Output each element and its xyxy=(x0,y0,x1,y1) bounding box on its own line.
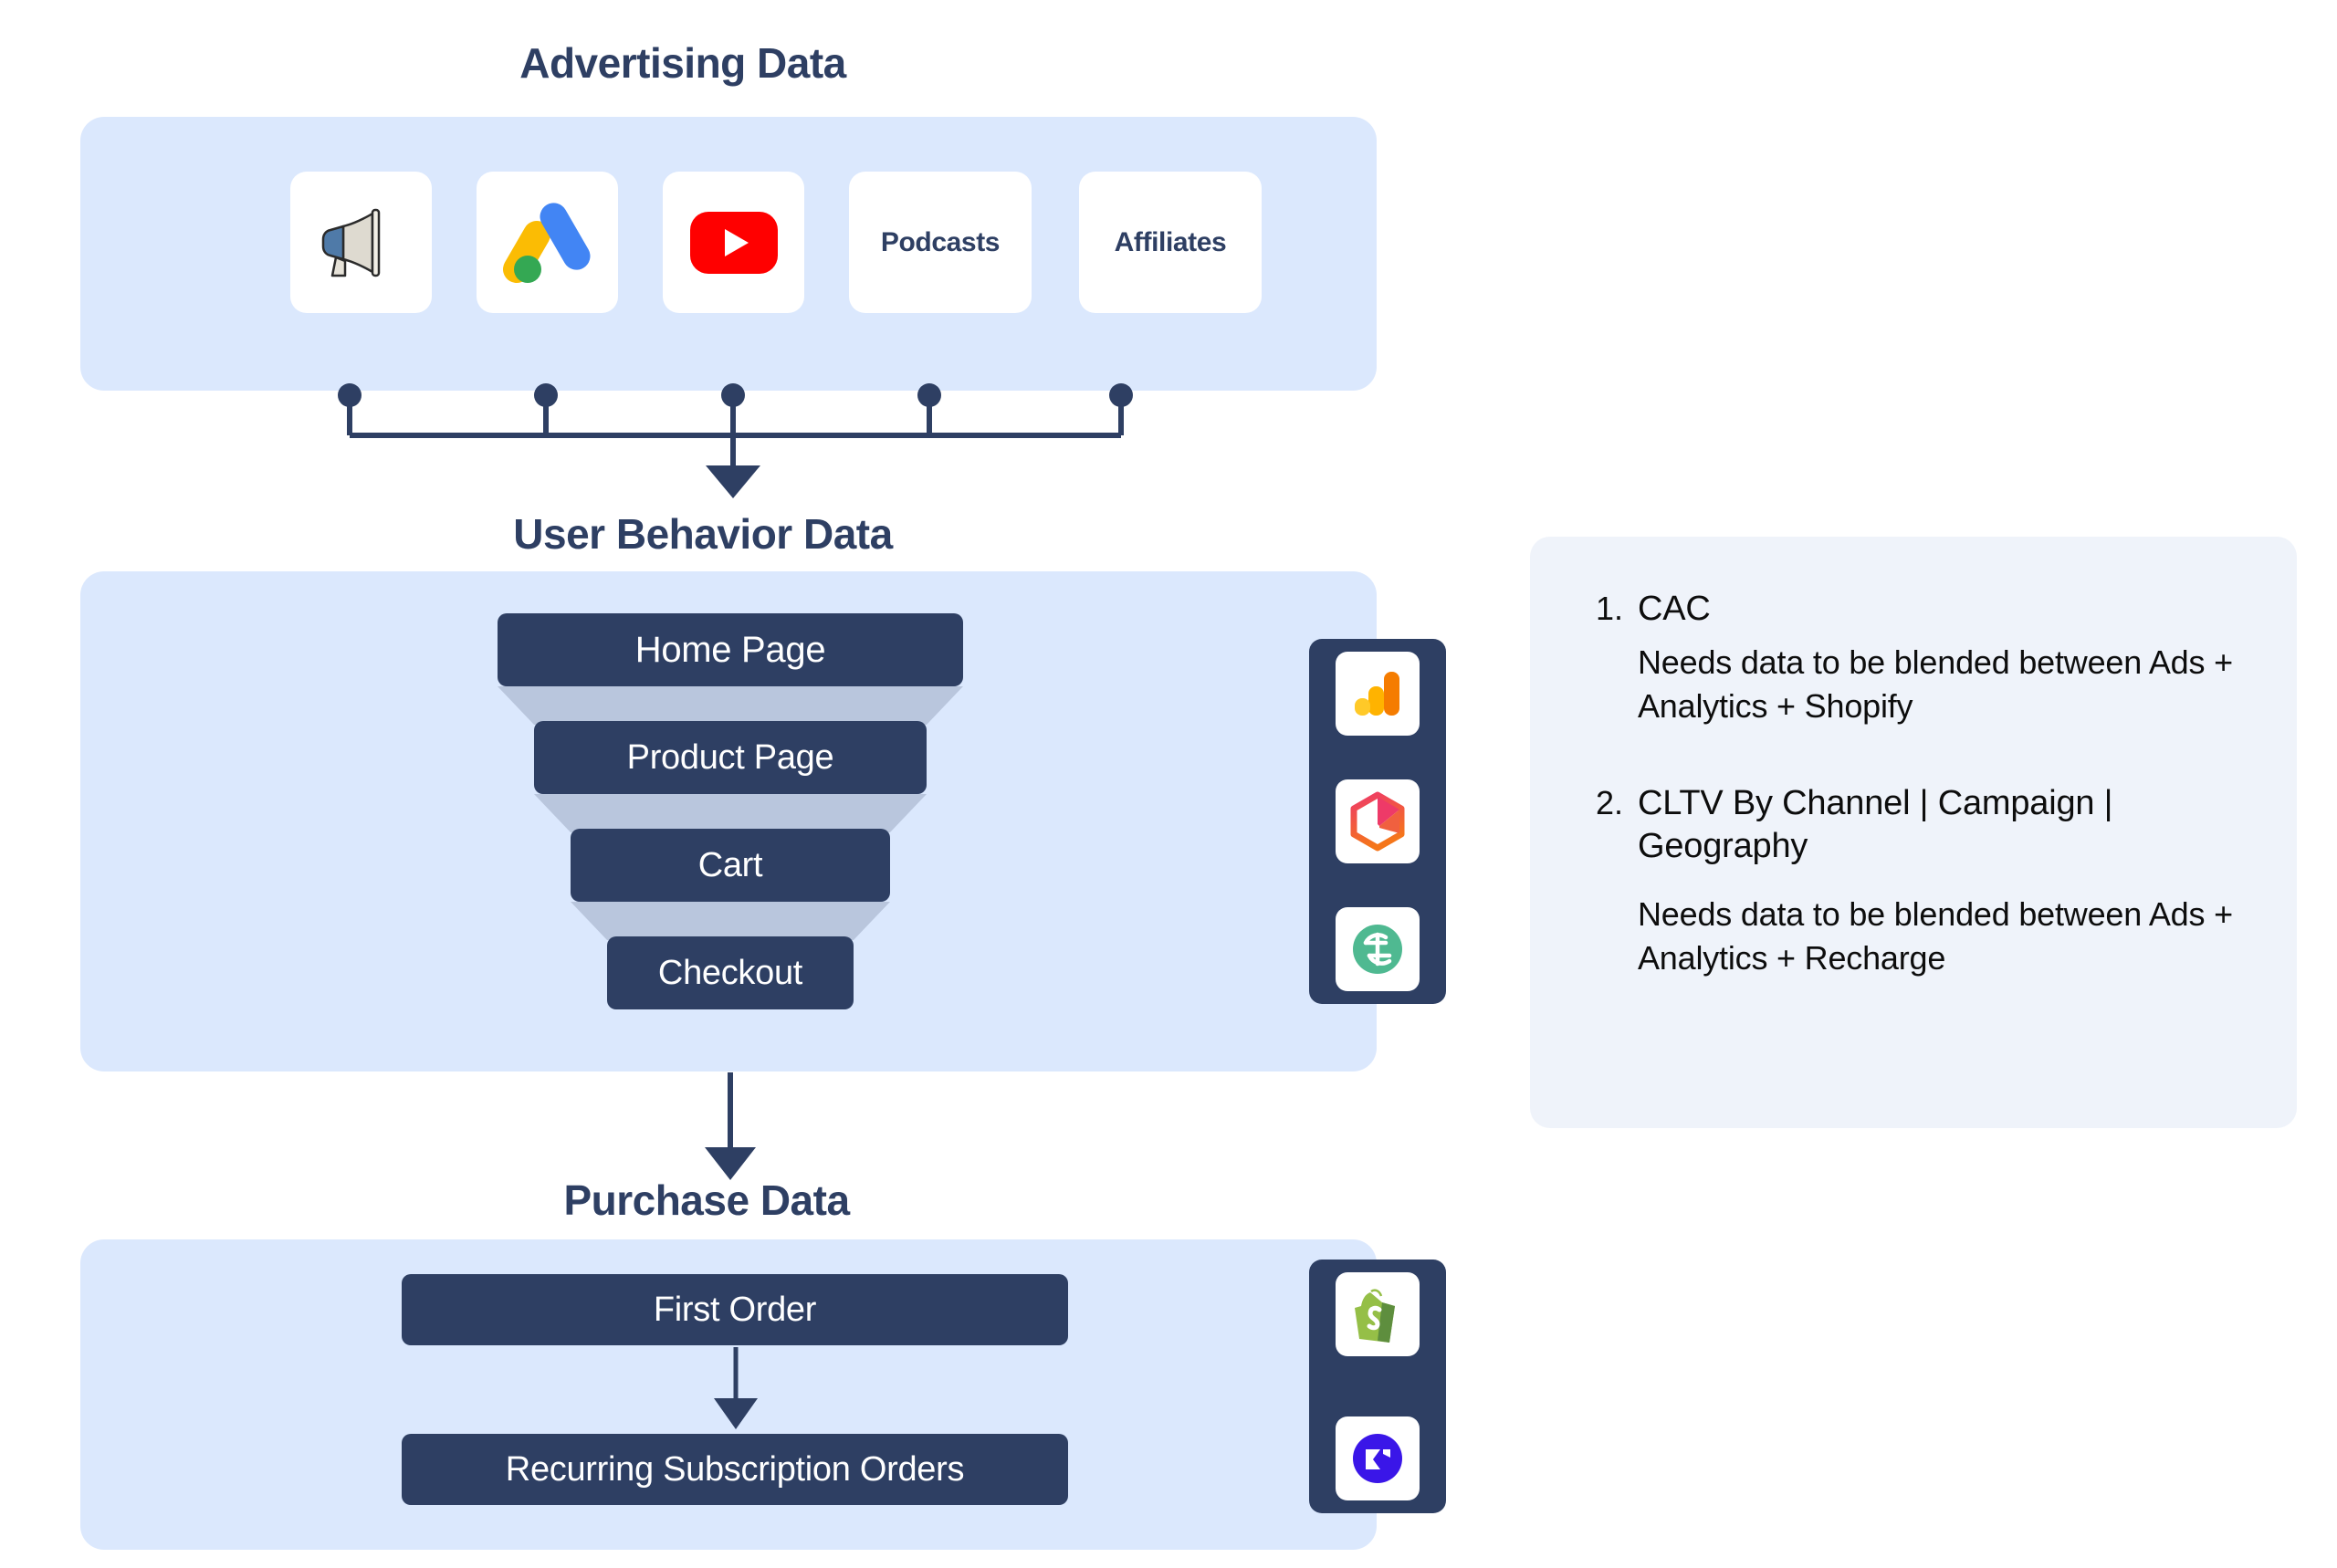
funnel-stage-label: Product Page xyxy=(626,737,834,777)
megaphone-icon xyxy=(318,206,405,279)
source-card-megaphone[interactable] xyxy=(290,172,432,313)
advertising-section-title: Advertising Data xyxy=(519,39,846,87)
funnel-stage-cart[interactable]: Cart xyxy=(571,829,890,902)
purchase-step-first-order[interactable]: First Order xyxy=(402,1274,1068,1345)
funnel-stage-label: Checkout xyxy=(657,953,803,992)
metric-number: 1. xyxy=(1596,590,1624,627)
metrics-panel: 1. CAC Needs data to be blended between … xyxy=(1530,537,2297,1128)
source-card-youtube[interactable] xyxy=(663,172,804,313)
purchase-step-arrow xyxy=(714,1347,758,1429)
tool-tile-shopify[interactable] xyxy=(1336,1272,1420,1356)
metric-heading: CAC xyxy=(1638,590,1711,628)
user-behavior-tool-rail xyxy=(1309,639,1446,1004)
google-analytics-icon xyxy=(1351,667,1404,720)
user-behavior-section-title: User Behavior Data xyxy=(513,510,893,558)
source-card-label: Affiliates xyxy=(1114,226,1227,257)
metric-description: Needs data to be blended between Ads + A… xyxy=(1638,895,2233,977)
purchase-step-label: Recurring Subscription Orders xyxy=(505,1449,965,1489)
segment-icon xyxy=(1351,923,1404,976)
tool-tile-segment[interactable] xyxy=(1336,907,1420,991)
funnel-stage-label: Cart xyxy=(697,845,763,884)
metric-description: Needs data to be blended between Ads + A… xyxy=(1638,643,2233,725)
funnel-stage-label: Home Page xyxy=(634,629,826,670)
tool-tile-recharge[interactable] xyxy=(1336,1416,1420,1500)
purchase-tool-rail xyxy=(1309,1260,1446,1513)
diagram-canvas: Advertising Data Podcasts Affiliates Use… xyxy=(0,0,2337,1568)
purchase-section-title: Purchase Data xyxy=(563,1176,850,1224)
purchase-step-recurring-orders[interactable]: Recurring Subscription Orders xyxy=(402,1434,1068,1505)
source-card-podcasts[interactable]: Podcasts xyxy=(849,172,1032,313)
metric-item-1: 1. CAC Needs data to be blended between … xyxy=(1596,588,2240,727)
google-ads-icon xyxy=(502,202,590,284)
funnel-stage-product-page[interactable]: Product Page xyxy=(534,721,927,794)
source-card-affiliates[interactable]: Affiliates xyxy=(1079,172,1262,313)
recharge-icon xyxy=(1351,1432,1404,1485)
funnel-stage-checkout[interactable]: Checkout xyxy=(607,936,854,1009)
funnel-stage-home-page[interactable]: Home Page xyxy=(498,613,963,686)
purchase-step-label: First Order xyxy=(653,1290,817,1329)
metric-heading: CLTV By Channel | Campaign | Geography xyxy=(1638,784,2113,865)
behavior-to-purchase-arrow xyxy=(705,1072,756,1180)
metric-number: 2. xyxy=(1596,784,1624,822)
source-card-label: Podcasts xyxy=(880,226,1001,257)
youtube-icon xyxy=(689,211,778,274)
tool-tile-google-analytics[interactable] xyxy=(1336,652,1420,736)
shopify-icon xyxy=(1351,1286,1404,1343)
advertising-to-behavior-connector xyxy=(338,383,1133,498)
tool-tile-glew[interactable] xyxy=(1336,779,1420,863)
source-card-google-ads[interactable] xyxy=(477,172,618,313)
metric-item-2: 2. CLTV By Channel | Campaign | Geograph… xyxy=(1596,782,2240,979)
glew-hexagon-icon xyxy=(1350,791,1405,852)
